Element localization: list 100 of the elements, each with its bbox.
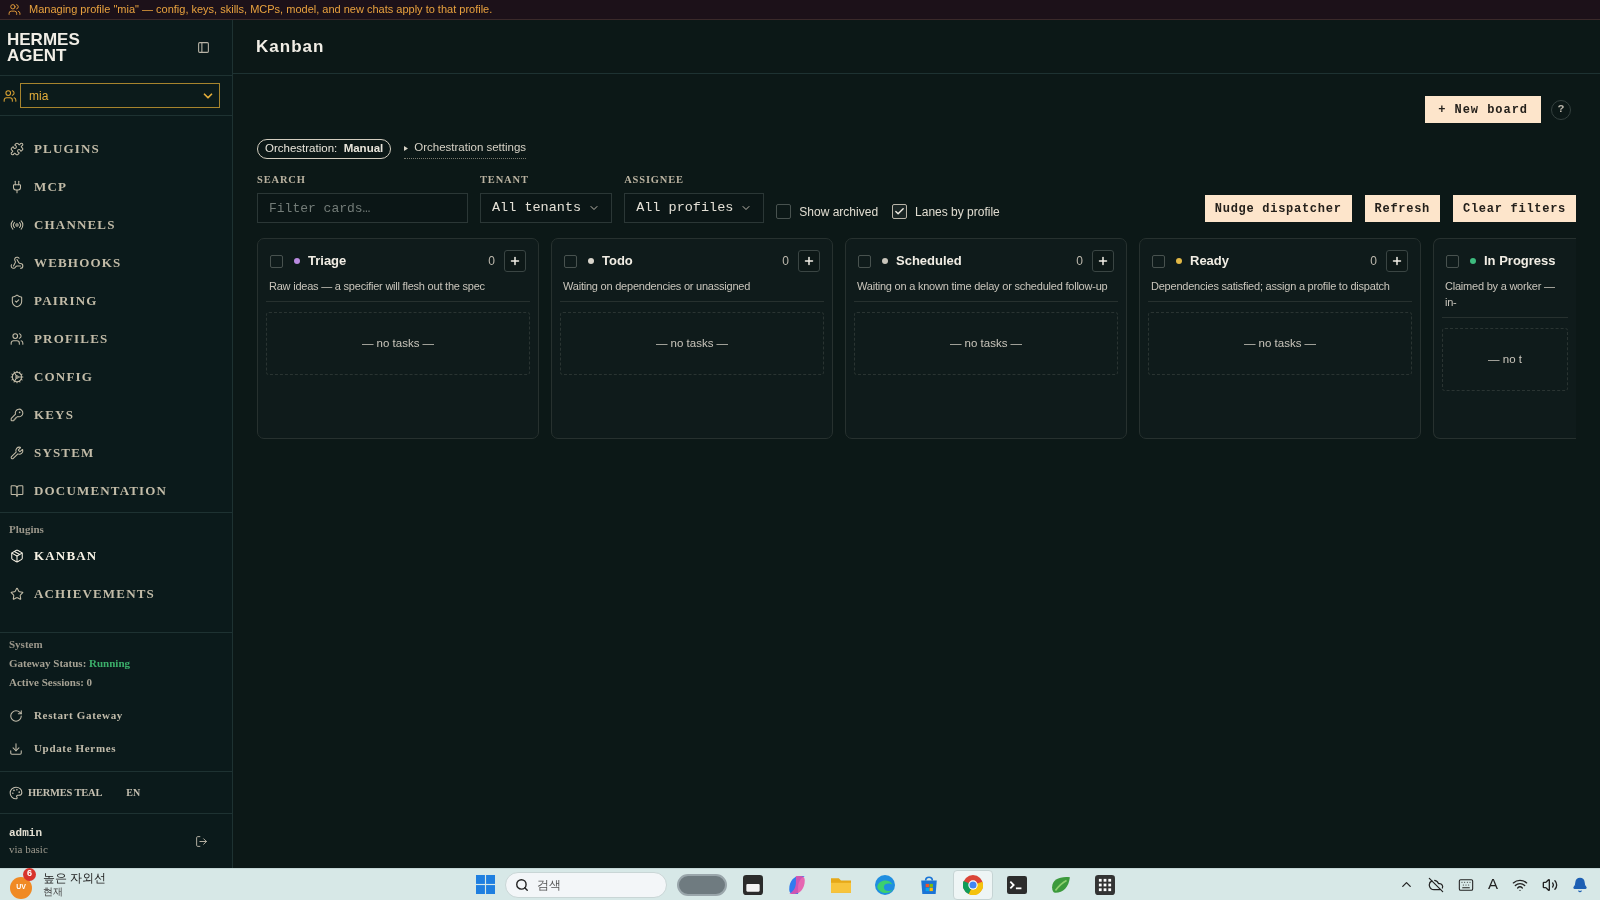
swirl-circle-icon [874,874,895,895]
weather-title: 높은 자외선 [43,871,107,885]
plug-icon [10,180,24,194]
orchestration-settings-link[interactable]: Orchestration settings [404,139,527,159]
lane-description: Raw ideas — a specifier will flesh out the spec [268,279,486,294]
page-title: Kanban [256,35,325,58]
assignee-select[interactable]: All profiles [624,193,765,223]
nav-item[interactable]: WEBHOOKS [0,244,232,282]
palette-icon [9,785,23,800]
search-highlight-picture [676,873,727,896]
nav-item[interactable]: PROFILES [0,320,232,358]
nav-item[interactable]: PLUGINS [0,130,232,168]
wrench-icon [10,446,24,460]
nav-item[interactable]: ACHIEVEMENTS [0,575,232,613]
shopping-bag-icon [918,874,939,895]
nav-item[interactable]: KANBAN [0,537,232,575]
lane-checkbox[interactable] [270,254,283,268]
plus-icon [803,255,815,267]
collapse-sidebar-icon[interactable] [197,41,210,54]
toolbar-button[interactable]: Nudge dispatcher [1204,195,1352,222]
keypad-icon [1094,874,1115,895]
active-sessions: Active Sessions: 0 [9,675,94,690]
weather-subtitle: 현재 [43,884,64,898]
lane-count: 0 [782,253,789,270]
banner-message: Managing profile "mia" — config, keys, skills, MCPs, model, and new chats apply to that profile. [29,2,493,18]
lane-count: 0 [1370,253,1377,270]
empty-drop-zone: — no t [1442,328,1568,391]
four-squares-icon[interactable] [475,875,495,894]
star-icon [10,587,24,601]
logout-icon[interactable] [195,834,208,848]
lane-title: In Progress [1484,252,1556,271]
colorful-ribbon-icon [786,874,807,895]
input-method-button[interactable]: A [1488,873,1498,896]
speaker-icon[interactable] [1542,876,1558,893]
checkbox[interactable] [776,204,792,219]
plus-icon [509,255,521,267]
empty-drop-zone: — no tasks — [1148,312,1412,375]
sidebar-action-button[interactable]: Update Hermes [9,732,232,765]
auth-method: via basic [9,842,48,857]
add-card-button[interactable] [798,250,820,272]
check-icon [894,206,906,217]
download-icon [9,741,23,756]
theme-button[interactable]: HERMES TEAL [9,784,103,801]
webhook-icon [10,256,24,270]
gateway-status: Gateway Status: Running [9,656,132,671]
nav-item[interactable]: DOCUMENTATION [0,472,232,510]
toolbar-button[interactable]: Clear filters [1453,195,1576,222]
keyboard-icon[interactable] [1458,876,1474,893]
section-heading: System [9,637,44,652]
search-icon [514,877,529,892]
add-card-button[interactable] [504,250,526,272]
tricolor-circle-icon [962,874,983,895]
field-label: SEARCH [257,174,307,186]
lane-checkbox[interactable] [1446,254,1459,268]
nav-item[interactable]: CONFIG [0,358,232,396]
nav-item[interactable]: KEYS [0,396,232,434]
nav-item[interactable]: CHANNELS [0,206,232,244]
lane-checkbox[interactable] [564,254,577,268]
lane-title: Scheduled [896,252,962,271]
app-window-icon [742,874,763,895]
nav-item[interactable]: PAIRING [0,282,232,320]
nav-item[interactable]: MCP [0,168,232,206]
leaf-icon [1050,874,1071,895]
field-label: TENANT [480,174,530,186]
users-icon [10,332,24,346]
nav-item[interactable]: SYSTEM [0,434,232,472]
search-input[interactable]: Filter cards… [257,193,468,223]
user-name: admin [9,826,43,841]
lane-description: Dependencies satisfied; assign a profile to dispatch [1150,279,1391,294]
add-card-button[interactable] [1092,250,1114,272]
section-heading: Plugins [8,522,45,537]
lane-description: Waiting on a known time delay or scheduled follow-up [856,279,1109,294]
lane-title: Todo [602,252,633,271]
lane-description: Claimed by a worker — in- [1444,279,1556,310]
toolbar-button[interactable]: Refresh [1364,195,1440,222]
checkbox-label: Show archived [799,203,879,221]
checkbox-label: Lanes by profile [915,203,1000,221]
add-card-button[interactable] [1386,250,1408,272]
lane-title: Triage [308,252,347,271]
refresh-icon [9,708,23,723]
checkbox[interactable] [892,204,908,219]
plus-icon [1097,255,1109,267]
puzzle-icon [10,142,24,156]
key-icon [10,408,24,422]
cloud-off-icon[interactable] [1428,876,1444,893]
empty-drop-zone: — no tasks — [854,312,1118,375]
lane-checkbox[interactable] [1152,254,1165,268]
empty-drop-zone: — no tasks — [560,312,824,375]
lane-checkbox[interactable] [858,254,871,268]
lane-title: Ready [1190,252,1230,271]
tenant-select[interactable]: All tenants [480,193,613,223]
bell-icon[interactable] [1572,876,1588,893]
taskbar-search-field[interactable]: 검색 [504,871,667,898]
users-icon [3,88,17,103]
new-board-button[interactable]: + New board [1425,96,1541,123]
profile-select[interactable]: mia [20,83,220,108]
language-button[interactable]: EN [126,785,141,800]
brand-title: HERMES AGENT [7,31,81,64]
sidebar-action-button[interactable]: Restart Gateway [9,699,232,732]
lane-count: 0 [1076,253,1083,270]
